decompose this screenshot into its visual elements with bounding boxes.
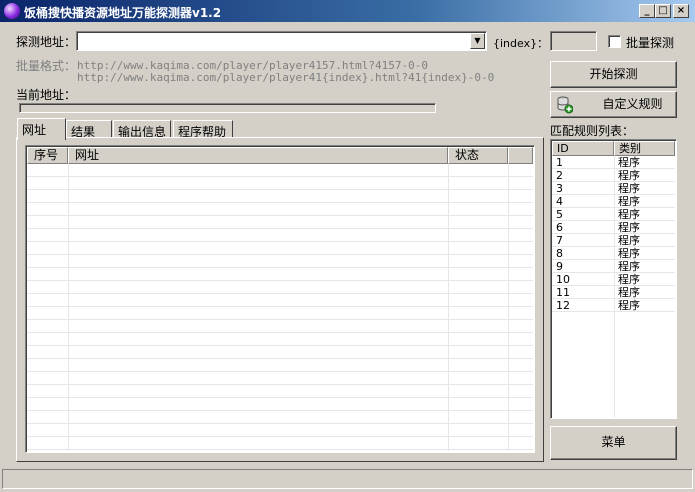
table-row[interactable]	[27, 372, 533, 385]
status-bar	[2, 469, 693, 489]
tab-panel: 序号 网址 状态	[16, 137, 544, 462]
rule-type: 程序	[618, 195, 640, 208]
rule-id: 1	[556, 156, 563, 169]
rule-id: 2	[556, 169, 563, 182]
column-divider	[68, 164, 69, 451]
table-row[interactable]	[27, 177, 533, 190]
app-icon	[4, 3, 20, 19]
custom-rules-button[interactable]: 自定义规则	[550, 91, 677, 118]
rule-id: 4	[556, 195, 563, 208]
rule-id: 6	[556, 221, 563, 234]
rule-id: 3	[556, 182, 563, 195]
table-row[interactable]	[27, 385, 533, 398]
current-address-label: 当前地址：	[16, 88, 77, 102]
table-row[interactable]	[27, 333, 533, 346]
tab-urls[interactable]: 网址	[17, 118, 66, 140]
col-header-url[interactable]: 网址	[68, 147, 448, 164]
rule-id: 12	[556, 299, 570, 312]
rule-id: 10	[556, 273, 570, 286]
address-combobox[interactable]: ▼	[76, 31, 487, 51]
rule-type: 程序	[618, 299, 640, 312]
chevron-down-icon[interactable]: ▼	[470, 33, 485, 49]
custom-rules-label: 自定义规则	[602, 97, 663, 111]
start-probe-label: 开始探测	[589, 67, 638, 81]
minimize-button[interactable]: _	[639, 4, 655, 18]
rule-id: 11	[556, 286, 570, 299]
title-bar[interactable]: 饭桶搜快播资源地址万能探测器v1.2 _ □ ×	[0, 0, 695, 22]
column-divider	[508, 164, 509, 451]
rule-type: 程序	[618, 182, 640, 195]
column-divider	[614, 156, 615, 417]
database-add-icon	[557, 96, 574, 114]
table-row[interactable]	[27, 281, 533, 294]
batch-probe-label[interactable]: 批量探测	[626, 34, 674, 51]
rule-id: 5	[556, 208, 563, 221]
table-row[interactable]	[27, 229, 533, 242]
index-label: {index}：	[493, 37, 549, 50]
rule-type: 程序	[618, 234, 640, 247]
rule-type: 程序	[618, 156, 640, 169]
table-row[interactable]	[27, 346, 533, 359]
rule-id: 7	[556, 234, 563, 247]
rule-type: 程序	[618, 260, 640, 273]
rules-table[interactable]: ID 类别 1 程序 2 程序 3 程序 4 程序 5 程序 6 程序 7 程序 8 程序 9 程序 10 程序 11 程…	[550, 139, 677, 419]
table-row[interactable]	[27, 320, 533, 333]
rule-id: 8	[556, 247, 563, 260]
rule-type: 程序	[618, 221, 640, 234]
table-row[interactable]	[27, 203, 533, 216]
menu-button[interactable]: 菜单	[550, 426, 677, 460]
rule-type: 程序	[618, 169, 640, 182]
url-table[interactable]: 序号 网址 状态	[25, 145, 535, 453]
col-header-status[interactable]: 状态	[448, 147, 508, 164]
main-window: 饭桶搜快播资源地址万能探测器v1.2 _ □ × 探测地址： ▼ {index}…	[0, 0, 695, 492]
col-header-type[interactable]: 类别	[614, 141, 675, 156]
col-header-index[interactable]: 序号	[27, 147, 68, 164]
batch-format-label: 批量格式：	[16, 59, 77, 73]
table-row[interactable]	[27, 255, 533, 268]
col-header-filler	[508, 147, 533, 164]
table-row[interactable]	[27, 411, 533, 424]
address-label: 探测地址：	[16, 35, 77, 49]
rule-type: 程序	[618, 247, 640, 260]
table-row[interactable]	[27, 268, 533, 281]
rules-list: ID 类别 1 程序 2 程序 3 程序 4 程序 5 程序 6 程序 7 程序 8 程序 9 程序 10 程序 11 程…	[552, 141, 675, 417]
maximize-button[interactable]: □	[655, 4, 671, 18]
table-row[interactable]	[27, 359, 533, 372]
rule-type: 程序	[618, 273, 640, 286]
batch-probe-checkbox[interactable]	[608, 35, 621, 48]
close-button[interactable]: ×	[673, 4, 689, 18]
table-row[interactable]	[27, 424, 533, 437]
table-row[interactable]	[27, 307, 533, 320]
table-row[interactable]	[27, 164, 533, 177]
table-row[interactable]	[27, 437, 533, 450]
rule-type: 程序	[618, 286, 640, 299]
batch-format-example-2: http://www.kaqima.com/player/player41{in…	[77, 71, 495, 84]
url-list: 序号 网址 状态	[27, 147, 533, 451]
window-title: 饭桶搜快播资源地址万能探测器v1.2	[24, 6, 222, 20]
table-row[interactable]	[27, 398, 533, 411]
col-header-id[interactable]: ID	[552, 141, 614, 156]
menu-label: 菜单	[601, 435, 626, 449]
progress-bar	[19, 103, 436, 113]
table-row[interactable]	[27, 294, 533, 307]
index-input[interactable]	[550, 31, 597, 51]
table-row[interactable]	[27, 242, 533, 255]
column-divider	[448, 164, 449, 451]
rules-list-label: 匹配规则列表：	[550, 124, 635, 138]
table-row[interactable]	[27, 216, 533, 229]
rule-id: 9	[556, 260, 563, 273]
start-probe-button[interactable]: 开始探测	[550, 61, 677, 88]
table-row[interactable]	[27, 190, 533, 203]
rule-type: 程序	[618, 208, 640, 221]
